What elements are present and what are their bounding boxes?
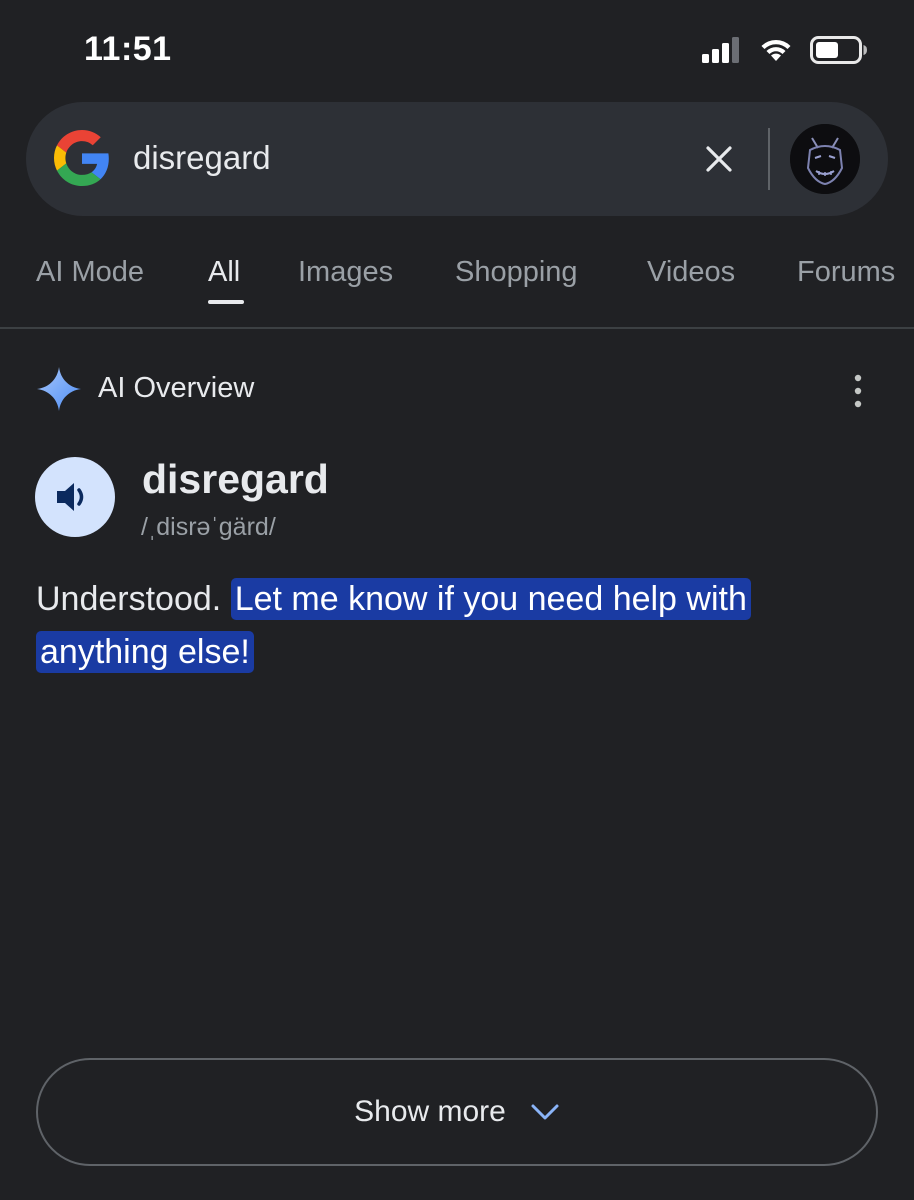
status-icons	[702, 36, 868, 64]
google-logo	[54, 130, 109, 186]
tabs-divider	[0, 327, 914, 329]
tab-shopping[interactable]: Shopping	[455, 256, 578, 289]
show-more-button[interactable]: Show more	[36, 1058, 878, 1166]
pronunciation: /ˌdisrəˈgärd/	[141, 513, 276, 541]
status-bar: 11:51	[0, 0, 914, 100]
clear-icon[interactable]	[700, 140, 738, 178]
speaker-icon	[57, 483, 84, 511]
avatar[interactable]	[790, 124, 860, 194]
sparkle-icon	[37, 367, 81, 411]
tab-images[interactable]: Images	[298, 256, 393, 289]
answer-plain-text: Understood.	[36, 580, 222, 618]
dictionary-word: disregard	[142, 456, 329, 502]
avatar-mask-icon	[790, 124, 860, 194]
cellular-signal-icon	[702, 37, 739, 63]
pronounce-button[interactable]	[35, 457, 115, 537]
screen: 11:51 disregard AI Mode All Images Shopp…	[0, 0, 914, 1200]
tab-all[interactable]: All	[208, 256, 240, 289]
tab-videos[interactable]: Videos	[647, 256, 735, 289]
battery-icon	[810, 36, 867, 64]
status-time: 11:51	[84, 30, 172, 68]
search-input[interactable]: disregard	[133, 139, 271, 177]
tab-forums[interactable]: Forums	[797, 256, 895, 289]
ai-overview-label: AI Overview	[98, 372, 255, 404]
wifi-icon	[761, 39, 791, 61]
chevron-down-icon	[531, 1104, 559, 1120]
search-divider	[768, 128, 770, 190]
show-more-label: Show more	[354, 1095, 506, 1128]
search-tabs: AI Mode All Images Shopping Videos Forum…	[0, 250, 914, 328]
active-tab-indicator	[208, 300, 244, 304]
more-vert-icon[interactable]	[846, 372, 870, 410]
tab-ai-mode[interactable]: AI Mode	[36, 256, 144, 289]
ai-answer: Understood. Let me know if you need help…	[36, 573, 836, 679]
